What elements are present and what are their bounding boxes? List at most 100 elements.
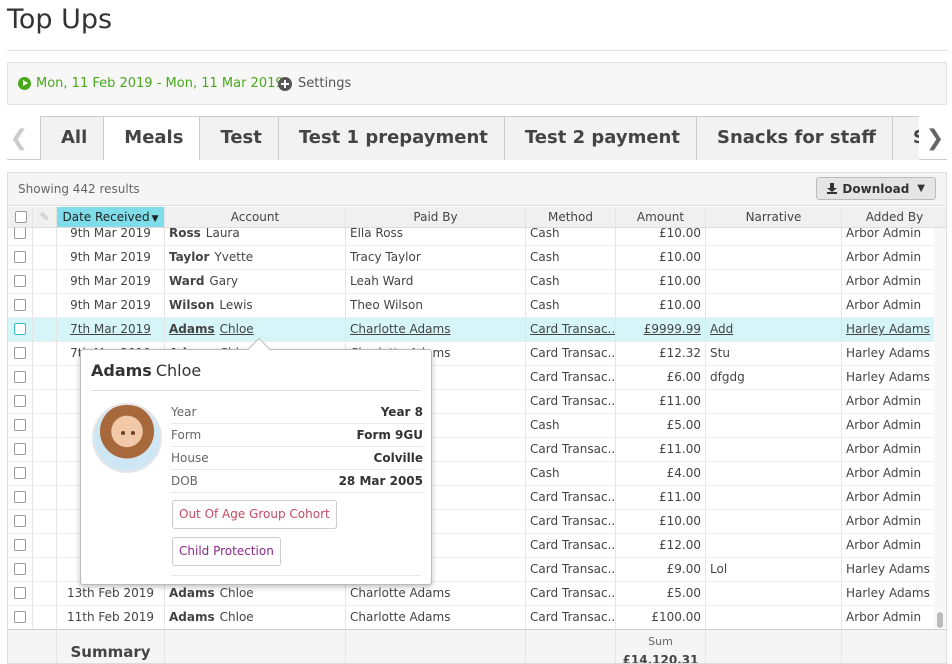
- column-header-narrative[interactable]: Narrative: [706, 207, 842, 227]
- row-checkbox[interactable]: [14, 299, 26, 311]
- popover-field-house: House Colville: [171, 447, 423, 470]
- row-checkbox[interactable]: [14, 491, 26, 503]
- table-row[interactable]: 9th Mar 2019 Taylor Yvette Tracy Taylor Cash…: [8, 246, 934, 270]
- popover-first-name: Chloe: [155, 361, 202, 380]
- added-by-cell: Harley Adams: [842, 366, 934, 389]
- table-row[interactable]: 9th Mar 2019 Ward Gary Leah Ward Cash £10.00 A…: [8, 270, 934, 294]
- row-checkbox[interactable]: [14, 515, 26, 527]
- table-row[interactable]: 9th Mar 2019 Wilson Lewis Theo Wilson Cash £1…: [8, 294, 934, 318]
- row-checkbox[interactable]: [14, 563, 26, 575]
- date-range-filter[interactable]: Mon, 11 Feb 2019 - Mon, 11 Mar 2019: [18, 76, 284, 91]
- tab-all[interactable]: All: [40, 116, 109, 160]
- results-count: Showing 442 results: [18, 182, 140, 196]
- row-checkbox[interactable]: [14, 611, 26, 623]
- scroll-thumb[interactable]: [937, 612, 943, 628]
- method-cell: Cash: [526, 462, 616, 485]
- method-cell: Cash: [526, 246, 616, 269]
- row-checkbox[interactable]: [14, 587, 26, 599]
- table-row[interactable]: 9th Mar 2019 Ross Laura Ella Ross Cash £10.00…: [8, 228, 934, 246]
- row-checkbox[interactable]: [14, 251, 26, 263]
- narrative-cell: [706, 390, 842, 413]
- row-checkbox[interactable]: [14, 443, 26, 455]
- amount-cell: £6.00: [616, 366, 706, 389]
- popover-field-value: Colville: [373, 451, 423, 465]
- avatar: [92, 403, 162, 473]
- row-edit-cell: [33, 390, 57, 413]
- row-checkbox[interactable]: [14, 395, 26, 407]
- account-first-name: Laura: [205, 228, 240, 240]
- row-edit-cell: [33, 462, 57, 485]
- chevron-right-icon[interactable]: ❯: [923, 126, 947, 151]
- row-checkbox[interactable]: [14, 275, 26, 287]
- row-checkbox[interactable]: [14, 347, 26, 359]
- select-all-cell[interactable]: [8, 207, 33, 227]
- account-last-name: Adams: [169, 610, 215, 624]
- account-first-name: Chloe: [219, 610, 254, 624]
- tab-meals[interactable]: Meals: [103, 116, 205, 160]
- narrative-cell: [706, 534, 842, 557]
- settings-button[interactable]: Settings: [278, 76, 351, 91]
- column-header-method[interactable]: Method: [526, 207, 616, 227]
- summary-amount: Sum £14,120.31: [616, 630, 706, 663]
- table-row[interactable]: 7th Mar 2019 Adams Chloe Charlotte AdamsCar…: [8, 318, 934, 342]
- column-header-added-by[interactable]: Added By: [842, 207, 946, 227]
- tab-snacks-f[interactable]: Snacks f: [891, 116, 919, 160]
- badge-child-protection[interactable]: Child Protection: [172, 537, 281, 566]
- row-select-cell: [8, 342, 33, 365]
- table-row[interactable]: 11th Feb 2019 Adams Chloe Charlotte Adams Ca…: [8, 606, 934, 628]
- row-select-cell: [8, 390, 33, 413]
- narrative-cell: [706, 294, 842, 317]
- added-by-cell: Arbor Admin: [842, 390, 934, 413]
- method-cell: Card Transac...: [526, 558, 616, 581]
- column-header-account[interactable]: Account: [165, 207, 346, 227]
- row-checkbox[interactable]: [14, 419, 26, 431]
- paid-by-cell: Tracy Taylor: [346, 246, 526, 269]
- row-checkbox[interactable]: [14, 467, 26, 479]
- method-cell: Card Transac...: [526, 318, 616, 341]
- column-header-paid-by[interactable]: Paid By: [346, 207, 526, 227]
- row-edit-cell: [33, 342, 57, 365]
- table-row[interactable]: 13th Feb 2019 Adams Chloe Charlotte Adams Ca…: [8, 582, 934, 606]
- method-cell: Cash: [526, 270, 616, 293]
- sort-desc-icon: ▼: [151, 214, 159, 224]
- added-by-cell: Arbor Admin: [842, 438, 934, 461]
- pencil-icon[interactable]: ✎: [33, 207, 57, 227]
- narrative-cell: [706, 486, 842, 509]
- chevron-left-icon[interactable]: ❮: [7, 126, 31, 151]
- narrative-cell: Stu: [706, 342, 842, 365]
- added-by-cell: Arbor Admin: [842, 414, 934, 437]
- popover-field-key: House: [171, 451, 209, 465]
- narrative-cell: Lol: [706, 558, 842, 581]
- tab-test[interactable]: Test: [199, 116, 283, 160]
- method-cell: Card Transac...: [526, 438, 616, 461]
- tab-test-2-payment[interactable]: Test 2 payment: [503, 116, 701, 160]
- row-checkbox[interactable]: [14, 323, 26, 335]
- download-button[interactable]: Download ▼: [816, 177, 936, 200]
- popover-field-value: Form 9GU: [356, 428, 424, 442]
- vertical-scrollbar[interactable]: [934, 228, 946, 628]
- tab-test-1-prepayment[interactable]: Test 1 prepayment: [277, 116, 509, 160]
- sum-label: Sum: [648, 635, 673, 648]
- row-select-cell: [8, 486, 33, 509]
- account-last-name: Taylor: [169, 250, 210, 264]
- amount-cell: £9.00: [616, 558, 706, 581]
- added-by-cell: Harley Adams: [842, 582, 934, 605]
- column-header-amount[interactable]: Amount: [616, 207, 706, 227]
- tab-snacks-for-staff[interactable]: Snacks for staff: [695, 116, 897, 160]
- column-header-date[interactable]: Date Received ▼: [57, 207, 165, 227]
- method-cell: Cash: [526, 294, 616, 317]
- row-checkbox[interactable]: [14, 371, 26, 383]
- row-checkbox[interactable]: [14, 228, 26, 239]
- row-select-cell: [8, 246, 33, 269]
- amount-cell: £4.00: [616, 462, 706, 485]
- narrative-cell: [706, 582, 842, 605]
- narrative-cell: [706, 510, 842, 533]
- account-first-name: Lewis: [219, 298, 253, 312]
- account-first-name: Yvette: [214, 250, 254, 264]
- tab-bar: ❮ All Meals Test Test 1 prepayment Test 2 pa…: [7, 116, 947, 160]
- badge-out-of-age-group-cohort[interactable]: Out Of Age Group Cohort: [172, 500, 337, 529]
- account-last-name: Ward: [169, 274, 205, 288]
- select-all-checkbox[interactable]: [15, 211, 27, 223]
- added-by-cell: Arbor Admin: [842, 486, 934, 509]
- row-checkbox[interactable]: [14, 539, 26, 551]
